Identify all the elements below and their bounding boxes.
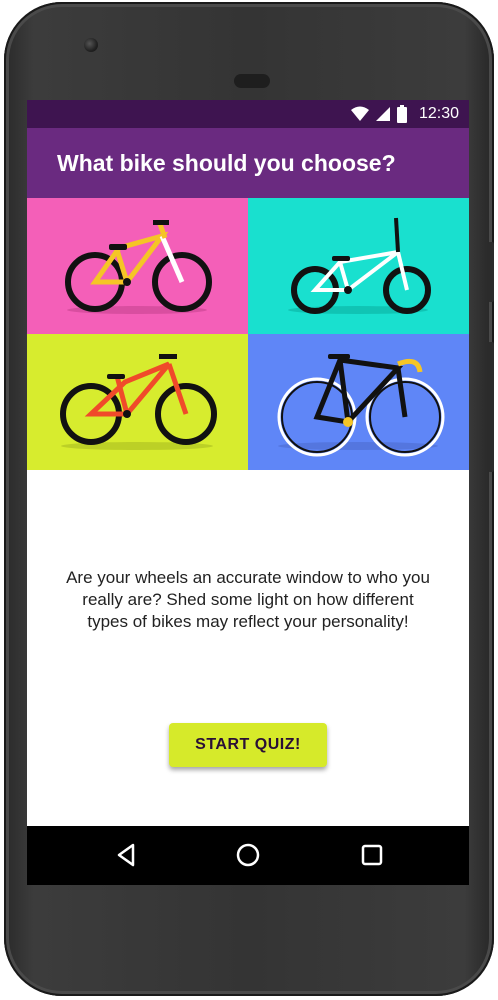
intro-description: Are your wheels an accurate window to wh…	[66, 568, 430, 631]
status-time: 12:30	[418, 105, 459, 122]
front-camera	[84, 38, 98, 52]
yellow-mountain-bike-icon	[65, 220, 212, 314]
bike-image-grid	[27, 198, 469, 470]
page-title: What bike should you choose?	[57, 150, 396, 176]
black-road-bike-icon	[277, 354, 445, 457]
red-suspension-bike-icon	[60, 354, 217, 450]
bike-tile-lime[interactable]	[27, 334, 248, 470]
home-circle-icon[interactable]	[233, 840, 263, 870]
bike-tile-teal[interactable]	[248, 198, 469, 334]
bike-tile-blue[interactable]	[248, 334, 469, 470]
battery-icon	[396, 105, 407, 123]
volume-button	[488, 342, 494, 472]
recents-square-icon[interactable]	[357, 840, 387, 870]
power-button	[488, 242, 494, 302]
back-triangle-icon[interactable]	[111, 840, 141, 870]
wifi-icon	[350, 106, 369, 121]
status-bar: 12:30	[27, 100, 469, 128]
app-bar: What bike should you choose?	[27, 128, 469, 198]
white-bmx-bike-icon	[288, 217, 431, 314]
earpiece-speaker	[234, 74, 270, 88]
android-nav-bar	[27, 826, 469, 885]
signal-icon	[375, 107, 390, 121]
start-quiz-button[interactable]: START QUIZ!	[169, 723, 327, 767]
screen: 12:30 What bike should you choose? Are y…	[27, 100, 469, 885]
bike-tile-pink[interactable]	[27, 198, 248, 334]
